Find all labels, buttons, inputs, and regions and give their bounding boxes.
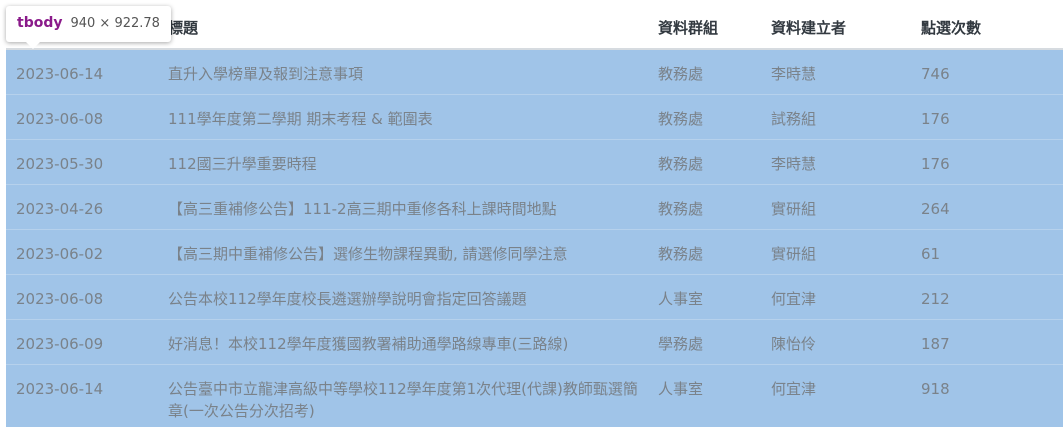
cell-clicks: 264 xyxy=(911,185,1063,230)
table-row[interactable]: 2023-06-09 好消息！本校112學年度獲國教署補助通學路線專車(三路線)… xyxy=(6,320,1063,365)
cell-group: 教務處 xyxy=(648,185,761,230)
cell-group: 教務處 xyxy=(648,49,761,95)
cell-title-link[interactable]: 【高三重補修公告】111-2高三期中重修各科上課時間地點 xyxy=(158,185,648,230)
tooltip-tag-name: tbody xyxy=(17,15,62,31)
table-row[interactable]: 2023-05-30 112國三升學重要時程 教務處 李時慧 176 xyxy=(6,140,1063,185)
cell-creator: 李時慧 xyxy=(761,140,911,185)
cell-clicks: 176 xyxy=(911,95,1063,140)
table-row[interactable]: 2023-06-02 【高三期中重補修公告】選修生物課程異動, 請選修同學注意 … xyxy=(6,230,1063,275)
cell-creator: 試務組 xyxy=(761,95,911,140)
devtools-element-tooltip: tbody 940 × 922.78 xyxy=(6,6,171,42)
cell-creator: 陳怡伶 xyxy=(761,320,911,365)
table-row[interactable]: 2023-06-14 直升入學榜單及報到注意事項 教務處 李時慧 746 xyxy=(6,49,1063,95)
cell-group: 教務處 xyxy=(648,140,761,185)
header-creator[interactable]: 資料建立者 xyxy=(761,6,911,49)
cell-date: 2023-06-02 xyxy=(6,230,158,275)
cell-title-link[interactable]: 公告本校112學年度校長遴選辦學說明會指定回答議題 xyxy=(158,275,648,320)
table-row[interactable]: 2023-06-08 公告本校112學年度校長遴選辦學說明會指定回答議題 人事室… xyxy=(6,275,1063,320)
cell-clicks: 918 xyxy=(911,365,1063,427)
cell-clicks: 746 xyxy=(911,49,1063,95)
cell-clicks: 187 xyxy=(911,320,1063,365)
tooltip-dimensions: 940 × 922.78 xyxy=(70,16,159,31)
cell-clicks: 61 xyxy=(911,230,1063,275)
cell-creator: 實研組 xyxy=(761,230,911,275)
cell-creator: 何宜津 xyxy=(761,275,911,320)
cell-date: 2023-04-26 xyxy=(6,185,158,230)
header-group[interactable]: 資料群組 xyxy=(648,6,761,49)
announcement-table: 標題 資料群組 資料建立者 點選次數 2023-06-14 直升入學榜單及報到注… xyxy=(6,6,1063,427)
cell-title-link[interactable]: 【高三期中重補修公告】選修生物課程異動, 請選修同學注意 xyxy=(158,230,648,275)
cell-title-link[interactable]: 直升入學榜單及報到注意事項 xyxy=(158,49,648,95)
table-row[interactable]: 2023-06-08 111學年度第二學期 期末考程 & 範圍表 教務處 試務組… xyxy=(6,95,1063,140)
cell-group: 教務處 xyxy=(648,95,761,140)
cell-clicks: 212 xyxy=(911,275,1063,320)
header-clicks[interactable]: 點選次數 xyxy=(911,6,1063,49)
cell-group: 人事室 xyxy=(648,365,761,427)
cell-title-link[interactable]: 111學年度第二學期 期末考程 & 範圍表 xyxy=(158,95,648,140)
header-title[interactable]: 標題 xyxy=(158,6,648,49)
table-row[interactable]: 2023-04-26 【高三重補修公告】111-2高三期中重修各科上課時間地點 … xyxy=(6,185,1063,230)
table-body: 2023-06-14 直升入學榜單及報到注意事項 教務處 李時慧 746 202… xyxy=(6,49,1063,427)
cell-creator: 何宜津 xyxy=(761,365,911,427)
cell-date: 2023-06-14 xyxy=(6,49,158,95)
cell-date: 2023-06-09 xyxy=(6,320,158,365)
cell-title-link[interactable]: 公告臺中市立龍津高級中等學校112學年度第1次代理(代課)教師甄選簡章(一次公告… xyxy=(158,365,648,427)
tooltip-arrow-icon xyxy=(26,42,40,49)
cell-date: 2023-06-08 xyxy=(6,275,158,320)
cell-title-link[interactable]: 112國三升學重要時程 xyxy=(158,140,648,185)
cell-title-link[interactable]: 好消息！本校112學年度獲國教署補助通學路線專車(三路線) xyxy=(158,320,648,365)
cell-date: 2023-06-08 xyxy=(6,95,158,140)
cell-group: 人事室 xyxy=(648,275,761,320)
table-row[interactable]: 2023-06-14 公告臺中市立龍津高級中等學校112學年度第1次代理(代課)… xyxy=(6,365,1063,427)
cell-group: 教務處 xyxy=(648,230,761,275)
cell-group: 學務處 xyxy=(648,320,761,365)
cell-creator: 李時慧 xyxy=(761,49,911,95)
cell-creator: 實研組 xyxy=(761,185,911,230)
cell-clicks: 176 xyxy=(911,140,1063,185)
cell-date: 2023-06-14 xyxy=(6,365,158,427)
cell-date: 2023-05-30 xyxy=(6,140,158,185)
